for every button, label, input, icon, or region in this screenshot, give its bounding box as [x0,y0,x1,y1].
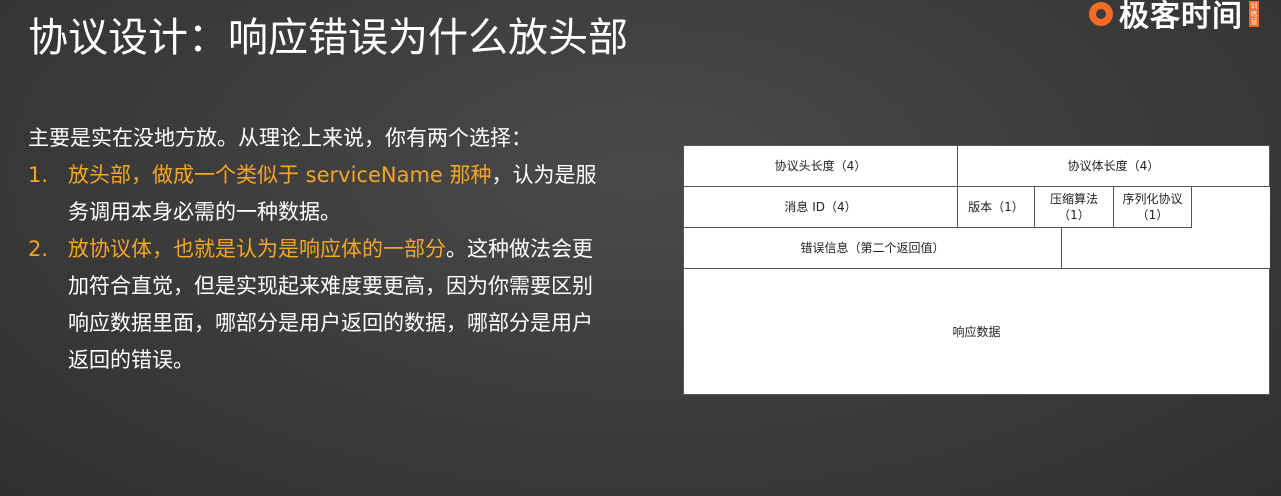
option-number: 1. [28,163,49,187]
geektime-logo: 极客时间 训练营 [1089,0,1259,34]
header-length-field: 协议头长度（4） [683,145,958,187]
body-length-field: 协议体长度（4） [957,145,1270,187]
geektime-logo-icon [1089,2,1113,26]
body-length-label: 协议体长度（4） [1067,159,1160,173]
slide-body: 主要是实在没地方放。从理论上来说，你有两个选择： 1. 放头部，做成一个类似于 s… [28,120,628,379]
protocol-diagram: 协议头长度（4） 协议体长度（4） 消息 ID（4） 版本（1） 压缩算法 （1… [683,145,1270,395]
option-highlight: 放头部，做成一个类似于 serviceName 那种 [68,163,492,187]
options-list: 1. 放头部，做成一个类似于 serviceName 那种，认为是服务调用本身必需… [28,157,628,379]
compress-size: （1） [1058,208,1090,222]
version-field: 版本（1） [957,186,1035,228]
intro-text: 主要是实在没地方放。从理论上来说，你有两个选择： [28,126,532,150]
serialize-field: 序列化协议 （1） [1113,186,1192,228]
option-number: 2. [28,237,49,261]
serialize-label: 序列化协议 [1122,192,1183,206]
error-info-field: 错误信息（第二个返回值） [683,227,1062,269]
message-id-field: 消息 ID（4） [683,186,958,228]
logo-badge: 训练营 [1249,1,1259,27]
compress-field: 压缩算法 （1） [1034,186,1114,228]
version-label: 版本（1） [968,200,1024,214]
response-data-label: 响应数据 [952,324,1001,339]
option-item-2: 2. 放协议体，也就是认为是响应体的一部分。这种做法会更加符合直觉，但是实现起来难… [28,231,613,379]
logo-text: 极客时间 [1119,0,1243,34]
option-item-1: 1. 放头部，做成一个类似于 serviceName 那种，认为是服务调用本身必需… [28,157,613,231]
error-info-label: 错误信息（第二个返回值） [800,241,945,255]
option-highlight: 放协议体，也就是认为是响应体的一部分 [68,237,446,261]
slide-title: 协议设计：响应错误为什么放头部 [28,15,628,61]
response-data-field: 响应数据 [683,268,1270,395]
header-length-label: 协议头长度（4） [774,159,867,173]
serialize-size: （1） [1136,208,1169,222]
message-id-label: 消息 ID（4） [784,200,857,214]
compress-label: 压缩算法 [1049,192,1098,206]
